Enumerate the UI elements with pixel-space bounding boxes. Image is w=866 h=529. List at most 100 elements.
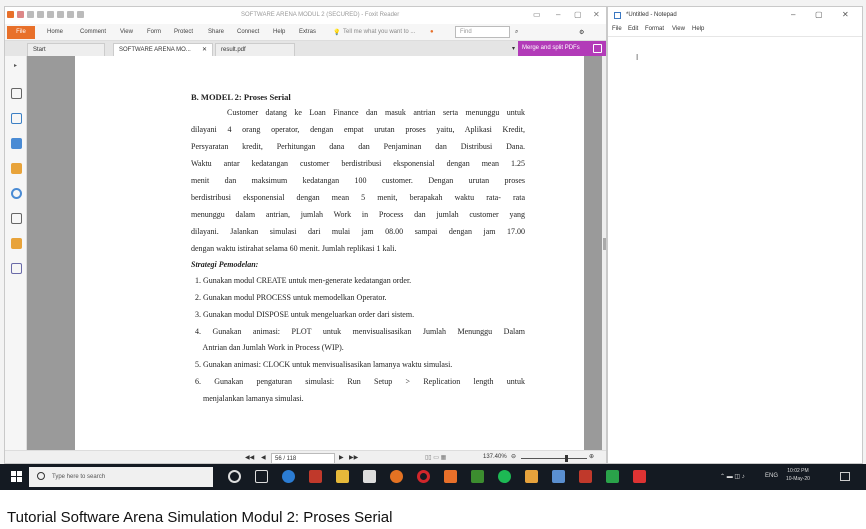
strategy-heading: Strategi Pemodelan: [191,260,259,269]
spotify-icon[interactable] [498,470,511,483]
notepad-text-area[interactable]: I [608,36,862,465]
app-orange-icon[interactable] [525,470,538,483]
properties-icon[interactable] [11,263,22,274]
store-icon[interactable] [363,470,376,483]
language-indicator[interactable]: ENG [765,473,778,479]
search-icon[interactable]: ⌕ [515,29,518,36]
app-red-2-icon[interactable] [633,470,646,483]
document-tab-bar: Start SOFTWARE ARENA MO... ✕ result.pdf … [5,41,606,56]
zoom-in-icon[interactable]: ⊕ [589,453,594,460]
redo-icon[interactable] [67,11,74,18]
tab-result-pdf[interactable]: result.pdf [215,43,295,56]
menu-extras[interactable]: Extras [299,29,316,35]
foxit-title-bar: SOFTWARE ARENA MODUL 2 (SECURED) - Foxit… [5,7,606,24]
app-green-icon[interactable] [471,470,484,483]
tray-icons[interactable]: ⌃ ▬ ◫ ♪ [720,473,745,480]
menu-help[interactable]: Help [273,29,285,35]
paragraph-line: Persyaratan kredit, Perhitungan dana dan… [191,142,525,151]
save-icon[interactable] [27,11,34,18]
app-red-icon[interactable] [579,470,592,483]
step-item: Antrian dan Jumlah Work in Process (WIP)… [195,343,344,352]
notepad-close-button[interactable]: ✕ [842,10,849,19]
tab-label: SOFTWARE ARENA MO... [119,47,191,53]
file-menu-button[interactable]: File [7,26,35,39]
menu-share[interactable]: Share [208,29,224,35]
menu-connect[interactable]: Connect [237,29,259,35]
ribbon-menu-bar: File Home Comment View Form Protect Shar… [5,24,606,41]
notepad-taskbar-icon[interactable] [552,470,565,483]
notepad-menu-bar: File Edit Format View Help [608,24,862,36]
notification-icon[interactable] [840,472,850,481]
pages-icon[interactable] [11,113,22,124]
email-icon[interactable] [47,11,54,18]
paragraph-line: menit dan maksimum kedatangan 100 custom… [191,176,525,185]
notepad-menu-edit[interactable]: Edit [628,26,638,32]
windows-taskbar: Type here to search ⌃ ▬ ◫ ♪ ENG 10:02 PM… [0,464,866,490]
taskbar-search-box[interactable]: Type here to search [29,467,213,487]
file-explorer-icon[interactable] [336,470,349,483]
layers-icon[interactable] [11,138,22,149]
notepad-menu-file[interactable]: File [612,26,622,32]
video-caption: Tutorial Software Arena Simulation Modul… [7,509,393,526]
prev-page-icon[interactable]: ◀ [261,454,266,461]
expand-panel-icon[interactable]: ▸ [14,62,17,69]
close-tab-icon[interactable]: ✕ [202,46,207,53]
opera-icon[interactable] [417,470,430,483]
maximize-button[interactable]: ▢ [574,10,582,19]
hand-tool-icon[interactable] [77,11,84,18]
first-page-icon[interactable]: ◀◀ [245,454,254,461]
zoom-slider[interactable] [521,458,587,459]
notepad-menu-help[interactable]: Help [692,26,704,32]
minimize-button[interactable]: – [556,10,560,19]
zoom-out-icon[interactable]: ⊖ [511,453,516,460]
menu-home[interactable]: Home [47,29,63,35]
merge-split-button[interactable]: Merge and split PDFs [518,41,606,56]
comments-icon[interactable] [11,163,22,174]
attachment-icon[interactable] [11,188,22,199]
view-mode-icon[interactable]: ▯▯ ▭ ▦ [425,454,446,461]
zoom-level[interactable]: 137.40% [483,454,507,460]
last-page-icon[interactable]: ▶▶ [349,454,358,461]
menu-form[interactable]: Form [147,29,161,35]
tab-list-icon[interactable]: ▾ [512,45,515,52]
security-icon[interactable] [11,238,22,249]
signature-icon[interactable] [11,213,22,224]
settings-icon[interactable]: ⚙ [579,29,584,36]
task-view-icon[interactable] [255,470,268,483]
menu-comment[interactable]: Comment [80,29,106,35]
firefox-icon[interactable] [390,470,403,483]
menu-protect[interactable]: Protect [174,29,193,35]
tell-me-input[interactable]: Tell me what you want to ... [343,29,415,35]
document-viewport[interactable]: B. MODEL 2: Proses Serial Customer datan… [27,56,603,450]
navigation-sidebar: ▸ [5,56,27,463]
print-icon[interactable] [37,11,44,18]
edge-icon[interactable] [282,470,295,483]
foxit-logo-icon [7,11,14,18]
zoom-slider-thumb[interactable] [565,455,568,462]
cortana-icon[interactable] [228,470,241,483]
bookmark-icon[interactable] [11,88,22,99]
pdf-page: B. MODEL 2: Proses Serial Customer datan… [75,56,584,450]
open-icon[interactable] [17,11,24,18]
tab-software-arena[interactable]: SOFTWARE ARENA MO... ✕ [113,43,213,56]
notepad-minimize-button[interactable]: – [791,10,795,19]
paragraph-line: menunggu dalam antrian, jumlah Work in P… [191,210,525,219]
notepad-maximize-button[interactable]: ▢ [815,10,823,19]
undo-icon[interactable] [57,11,64,18]
start-button[interactable] [11,471,22,482]
next-page-icon[interactable]: ▶ [339,454,344,461]
tab-start[interactable]: Start [27,43,105,56]
close-button[interactable]: ✕ [593,10,600,19]
menu-view[interactable]: View [120,29,133,35]
find-input[interactable]: Find [455,26,510,38]
notepad-menu-view[interactable]: View [672,26,685,32]
desktop-screen: SOFTWARE ARENA MODUL 2 (SECURED) - Foxit… [0,0,866,490]
app-green-2-icon[interactable] [606,470,619,483]
page-number-input[interactable]: 56 / 118 [271,453,335,463]
taskbar-clock[interactable]: 10:02 PM 10-May-20 [786,467,810,483]
paragraph-line: Customer datang ke Loan Finance dan masu… [227,108,525,117]
notepad-menu-format[interactable]: Format [645,26,664,32]
foxit-taskbar-icon[interactable] [444,470,457,483]
app-icon[interactable] [309,470,322,483]
ribbon-options-icon[interactable]: ▭ [533,10,541,19]
